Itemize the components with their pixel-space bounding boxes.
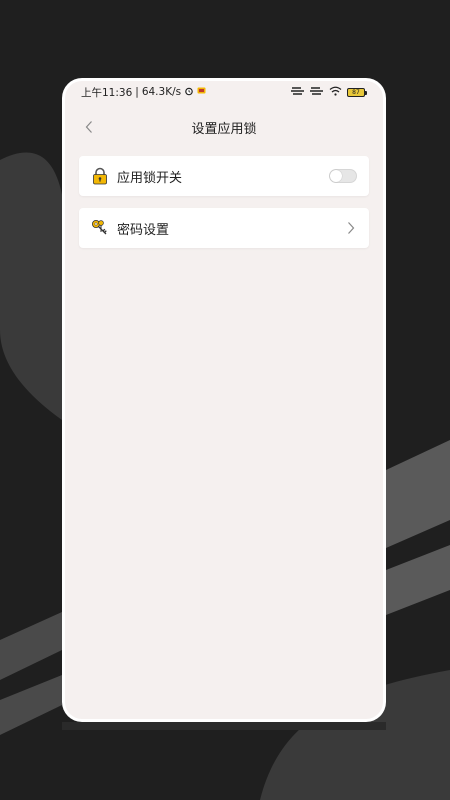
status-left: 上午11:36 | 64.3K/s	[81, 85, 206, 100]
chevron-right-icon	[345, 220, 357, 236]
key-icon	[91, 219, 109, 237]
password-settings-row[interactable]: 密码设置	[79, 208, 369, 248]
title-bar: 设置应用锁	[65, 111, 383, 143]
battery-icon: 87	[347, 87, 367, 97]
app-lock-toggle-row[interactable]: 应用锁开关	[79, 156, 369, 196]
signal-icon	[291, 86, 305, 99]
back-button[interactable]	[77, 115, 101, 139]
status-time: 上午11:36	[81, 86, 133, 99]
lock-icon	[91, 167, 109, 185]
notification-icon	[197, 86, 206, 98]
battery-level: 87	[352, 88, 360, 96]
page-title: 设置应用锁	[191, 121, 257, 137]
network-speed: 64.3K/s	[141, 86, 182, 98]
chevron-left-icon	[85, 121, 92, 133]
phone-frame: 上午11:36 | 64.3K/s 87 设置应用锁 应用锁开关 密码设置	[62, 78, 386, 722]
signal-icon-2	[310, 86, 324, 99]
alarm-icon	[184, 86, 194, 99]
wifi-icon	[329, 86, 342, 99]
app-lock-toggle[interactable]	[329, 169, 357, 183]
app-lock-label: 应用锁开关	[117, 170, 183, 186]
status-right: 87	[291, 86, 367, 99]
status-bar: 上午11:36 | 64.3K/s 87	[65, 81, 383, 103]
password-settings-label: 密码设置	[117, 222, 170, 238]
toggle-knob	[330, 170, 342, 182]
status-separator: |	[135, 86, 139, 98]
app-screen: 上午11:36 | 64.3K/s 87 设置应用锁 应用锁开关 密码设置	[65, 81, 383, 719]
